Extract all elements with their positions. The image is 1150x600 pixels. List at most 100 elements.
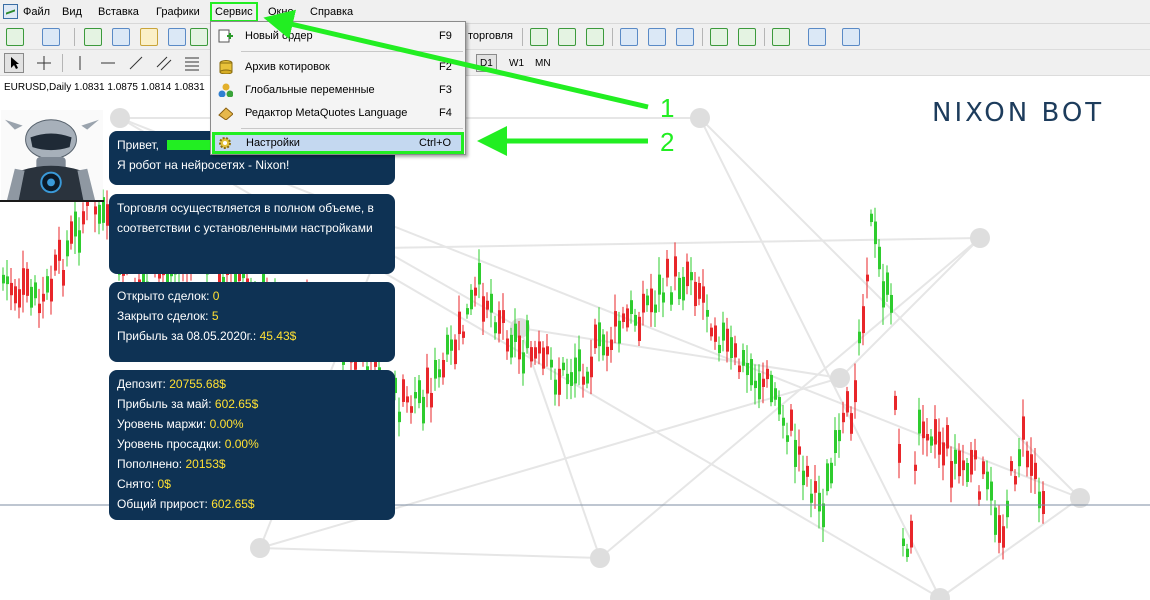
tester-icon[interactable]	[190, 28, 208, 46]
candle-body	[662, 292, 665, 303]
timeframe-d1[interactable]: D1	[476, 54, 497, 72]
cursor-icon[interactable]	[4, 53, 24, 73]
candle-body	[658, 274, 661, 295]
candle-body	[910, 520, 913, 548]
account-panel: Депозит: 20755.68$ Прибыль за май: 602.6…	[109, 370, 395, 520]
candle-body	[666, 258, 669, 278]
candle-body	[558, 368, 561, 395]
candle-body	[710, 327, 713, 337]
line-chart-icon[interactable]	[586, 28, 604, 46]
candle-body	[694, 281, 697, 307]
candle-body	[442, 359, 445, 378]
timeframe-mn[interactable]: MN	[531, 54, 555, 72]
menu-insert[interactable]: Вставка	[98, 5, 139, 19]
withdrawn-row: Снято: 0$	[117, 477, 171, 491]
month-profit-value: 602.65$	[214, 397, 259, 411]
candle-body	[882, 281, 885, 308]
candlestick-icon[interactable]	[558, 28, 576, 46]
menu-window[interactable]: Окно	[268, 5, 294, 19]
menu-service[interactable]: Сервис	[210, 2, 258, 22]
menu-item-quotes-archive[interactable]: Архив котировок F2	[212, 57, 464, 77]
greeting-line-2: Я робот на нейросетях - Nixon!	[117, 158, 290, 172]
candle-body	[502, 310, 505, 323]
candle-body	[962, 460, 965, 471]
equidistant-channel-icon[interactable]	[154, 53, 174, 73]
zoom-in-icon[interactable]	[620, 28, 638, 46]
fibonacci-icon[interactable]	[182, 53, 202, 73]
candle-body	[746, 363, 749, 376]
step-marker-1: 1	[660, 93, 675, 123]
candle-body	[770, 374, 773, 403]
menu-file[interactable]: Файл	[23, 5, 50, 19]
terminal-icon[interactable]	[168, 28, 186, 46]
candle-body	[754, 380, 757, 389]
candle-body	[94, 206, 97, 215]
vertical-line-icon[interactable]	[70, 53, 90, 73]
candle-body	[730, 337, 733, 359]
candle-body	[438, 369, 441, 378]
candle-body	[678, 277, 681, 300]
candle-body	[586, 371, 589, 384]
candle-body	[634, 314, 637, 326]
candle-body	[778, 397, 781, 415]
symbol-info: EURUSD,Daily 1.0831 1.0875 1.0814 1.0831	[4, 82, 205, 93]
candle-body	[474, 287, 477, 296]
menu-item-global-variables[interactable]: Глобальные переменные F3	[212, 80, 464, 100]
templates-icon[interactable]	[842, 28, 860, 46]
candle-body	[538, 341, 541, 354]
menu-view[interactable]: Вид	[62, 5, 82, 19]
candle-body	[1034, 462, 1037, 480]
candle-body	[874, 221, 877, 245]
auto-scroll-icon[interactable]	[710, 28, 728, 46]
candle-body	[518, 335, 521, 360]
new-chart-icon[interactable]	[6, 28, 24, 46]
zoom-out-icon[interactable]	[648, 28, 666, 46]
navigator-icon[interactable]	[140, 28, 158, 46]
menu-item-settings[interactable]: Настройки Ctrl+O	[212, 132, 464, 154]
candle-body	[522, 352, 525, 374]
menu-help[interactable]: Справка	[310, 5, 353, 19]
candle-body	[834, 430, 837, 454]
profiles-icon[interactable]	[42, 28, 60, 46]
candle-body	[406, 396, 409, 403]
candle-body	[70, 221, 73, 244]
market-watch-icon[interactable]	[84, 28, 102, 46]
menu-item-new-order[interactable]: Новый ордер F9	[212, 26, 464, 46]
horizontal-line-icon[interactable]	[98, 53, 118, 73]
crosshair-icon[interactable]	[34, 53, 54, 73]
tile-windows-icon[interactable]	[676, 28, 694, 46]
periods-clock-icon[interactable]	[808, 28, 826, 46]
deals-closed-value: 5	[211, 309, 219, 323]
timeframe-w1[interactable]: W1	[505, 54, 528, 72]
candle-body	[886, 272, 889, 295]
candle-body	[622, 313, 625, 323]
trendline-icon[interactable]	[126, 53, 146, 73]
candle-body	[642, 293, 645, 313]
candle-body	[610, 339, 613, 351]
chart-shift-icon[interactable]	[738, 28, 756, 46]
chart-area[interactable]: EURUSD,Daily 1.0831 1.0875 1.0814 1.0831…	[0, 78, 1150, 600]
candle-body	[930, 436, 933, 446]
candle-body	[38, 303, 41, 314]
candle-body	[682, 276, 685, 301]
candle-body	[74, 211, 77, 237]
candle-body	[34, 282, 37, 299]
autotrading-button[interactable]: торговля	[468, 30, 513, 42]
data-window-icon[interactable]	[112, 28, 130, 46]
menu-charts[interactable]: Графики	[156, 5, 200, 19]
candle-body	[822, 503, 825, 528]
candle-body	[810, 493, 813, 503]
bar-chart-icon[interactable]	[530, 28, 548, 46]
menu-item-metaeditor[interactable]: Редактор MetaQuotes Language F4	[212, 103, 464, 123]
candle-body	[638, 316, 641, 341]
candle-body	[698, 283, 701, 299]
candle-body	[530, 347, 533, 362]
candle-body	[954, 449, 957, 464]
candle-body	[478, 262, 481, 285]
indicators-icon[interactable]	[772, 28, 790, 46]
candle-body	[1038, 491, 1041, 509]
candle-body	[958, 450, 961, 477]
candle-body	[26, 268, 29, 296]
app-chart-icon[interactable]	[3, 4, 18, 19]
candle-body	[614, 311, 617, 327]
